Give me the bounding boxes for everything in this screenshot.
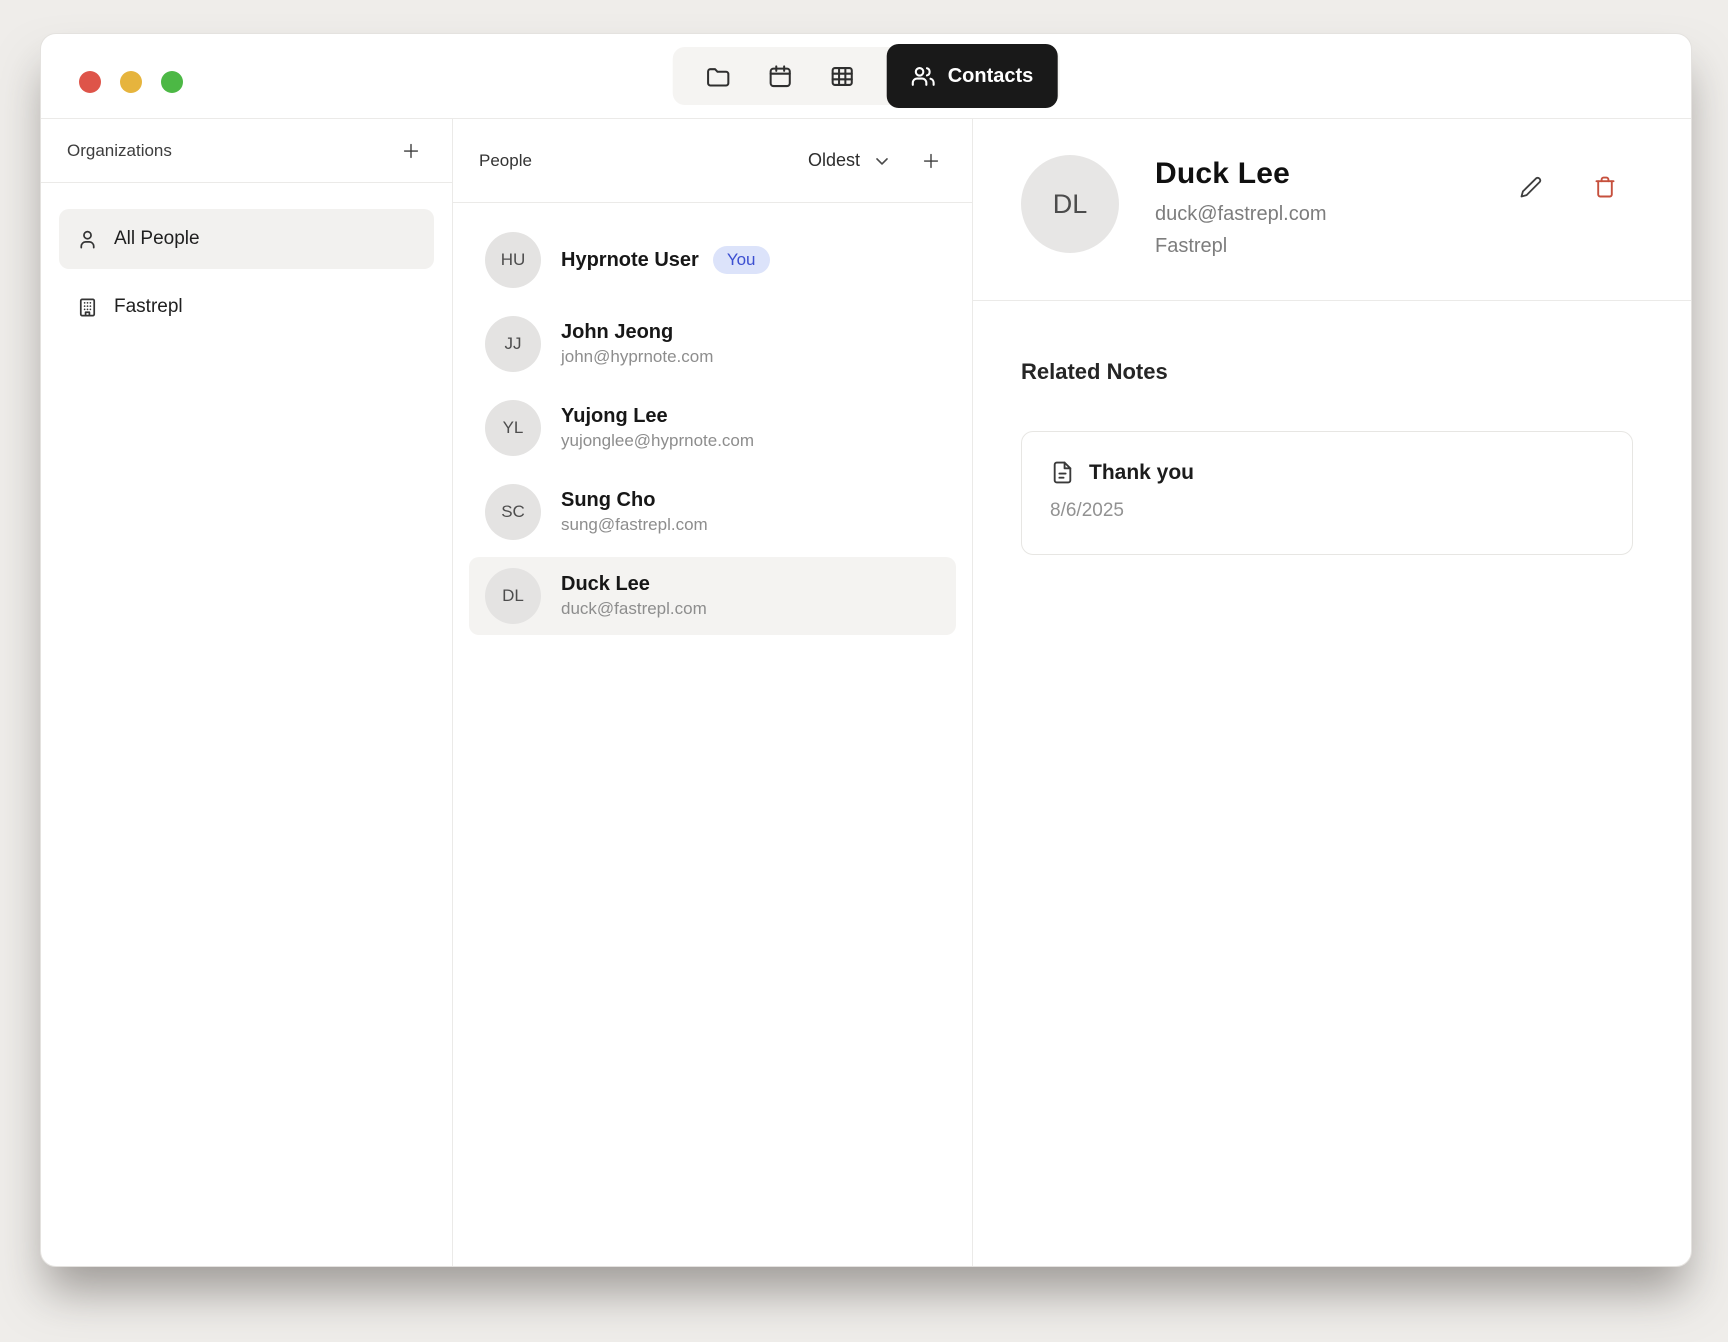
person-name: Duck Lee [561,573,707,596]
contact-detail-panel: DL Duck Lee duck@fastrepl.com Fastrepl [973,119,1691,1266]
folder-icon [704,63,731,90]
person-name: Sung Cho [561,489,708,512]
add-person-button[interactable] [916,146,946,176]
person-row-duck-lee[interactable]: DL Duck Lee duck@fastrepl.com [469,557,956,635]
person-email: yujonglee@hyprnote.com [561,431,754,451]
sort-dropdown-value: Oldest [808,150,860,171]
contact-detail-body: Related Notes Thank you 8/6/2025 [973,301,1691,613]
tab-calendar[interactable] [749,47,811,105]
person-row-sung-cho[interactable]: SC Sung Cho sung@fastrepl.com [469,473,956,551]
people-panel: People Oldest [453,119,973,1266]
person-row-john-jeong[interactable]: JJ John Jeong john@hyprnote.com [469,305,956,383]
delete-contact-button[interactable] [1591,173,1619,201]
contact-name: Duck Lee [1155,157,1517,191]
add-organization-button[interactable] [396,136,426,166]
chevron-down-icon [872,151,892,171]
tab-contacts-label: Contacts [948,65,1034,88]
pencil-icon [1519,175,1543,199]
person-email: sung@fastrepl.com [561,515,708,535]
people-header-actions: Oldest [808,146,946,176]
avatar: YL [485,400,541,456]
person-email: john@hyprnote.com [561,347,713,367]
person-icon [76,228,99,251]
view-switcher: Contacts [673,47,1060,105]
contact-actions [1517,155,1619,201]
table-icon [828,63,855,90]
app-window: Contacts Organizations All Peop [40,33,1692,1267]
calendar-icon [766,63,793,90]
document-icon [1050,460,1075,485]
person-name: Hyprnote User [561,249,699,272]
contact-organization: Fastrepl [1155,235,1517,258]
organizations-sidebar: Organizations All People [41,119,453,1266]
person-row-yujong-lee[interactable]: YL Yujong Lee yujonglee@hyprnote.com [469,389,956,467]
building-icon [76,296,99,319]
contact-email: duck@fastrepl.com [1155,203,1517,226]
tab-notes[interactable] [687,47,749,105]
person-name: John Jeong [561,321,713,344]
people-title: People [479,151,532,171]
related-note-card[interactable]: Thank you 8/6/2025 [1021,431,1633,555]
sidebar-item-fastrepl[interactable]: Fastrepl [59,277,434,337]
plus-icon [920,150,942,172]
people-list: HU Hyprnote User You JJ John Jeong john@… [453,203,972,659]
note-date: 8/6/2025 [1050,500,1602,522]
window-header: Contacts [41,34,1691,119]
contact-detail-header: DL Duck Lee duck@fastrepl.com Fastrepl [973,119,1691,301]
sidebar-item-label: Fastrepl [114,296,183,318]
close-window-button[interactable] [79,71,101,93]
avatar: DL [485,568,541,624]
traffic-lights [79,71,183,93]
panels: Organizations All People [41,119,1691,1266]
sidebar-item-all-people[interactable]: All People [59,209,434,269]
avatar: JJ [485,316,541,372]
edit-contact-button[interactable] [1517,173,1545,201]
organizations-header: Organizations [41,119,452,183]
plus-icon [400,140,422,162]
sort-dropdown[interactable]: Oldest [808,150,892,171]
zoom-window-button[interactable] [161,71,183,93]
organizations-title: Organizations [67,141,172,161]
person-row-hyprnote-user[interactable]: HU Hyprnote User You [469,221,956,299]
people-header: People Oldest [453,119,972,203]
organizations-list: All People Fastrepl [41,183,452,363]
tab-contacts[interactable]: Contacts [887,44,1058,108]
contacts-icon [911,64,936,89]
you-badge: You [713,246,770,274]
trash-icon [1593,175,1617,199]
minimize-window-button[interactable] [120,71,142,93]
person-email: duck@fastrepl.com [561,599,707,619]
contact-avatar: DL [1021,155,1119,253]
avatar: HU [485,232,541,288]
person-name: Yujong Lee [561,405,754,428]
related-notes-title: Related Notes [1021,359,1643,385]
avatar: SC [485,484,541,540]
note-title: Thank you [1089,461,1194,485]
sidebar-item-label: All People [114,228,200,250]
tab-table[interactable] [811,47,873,105]
